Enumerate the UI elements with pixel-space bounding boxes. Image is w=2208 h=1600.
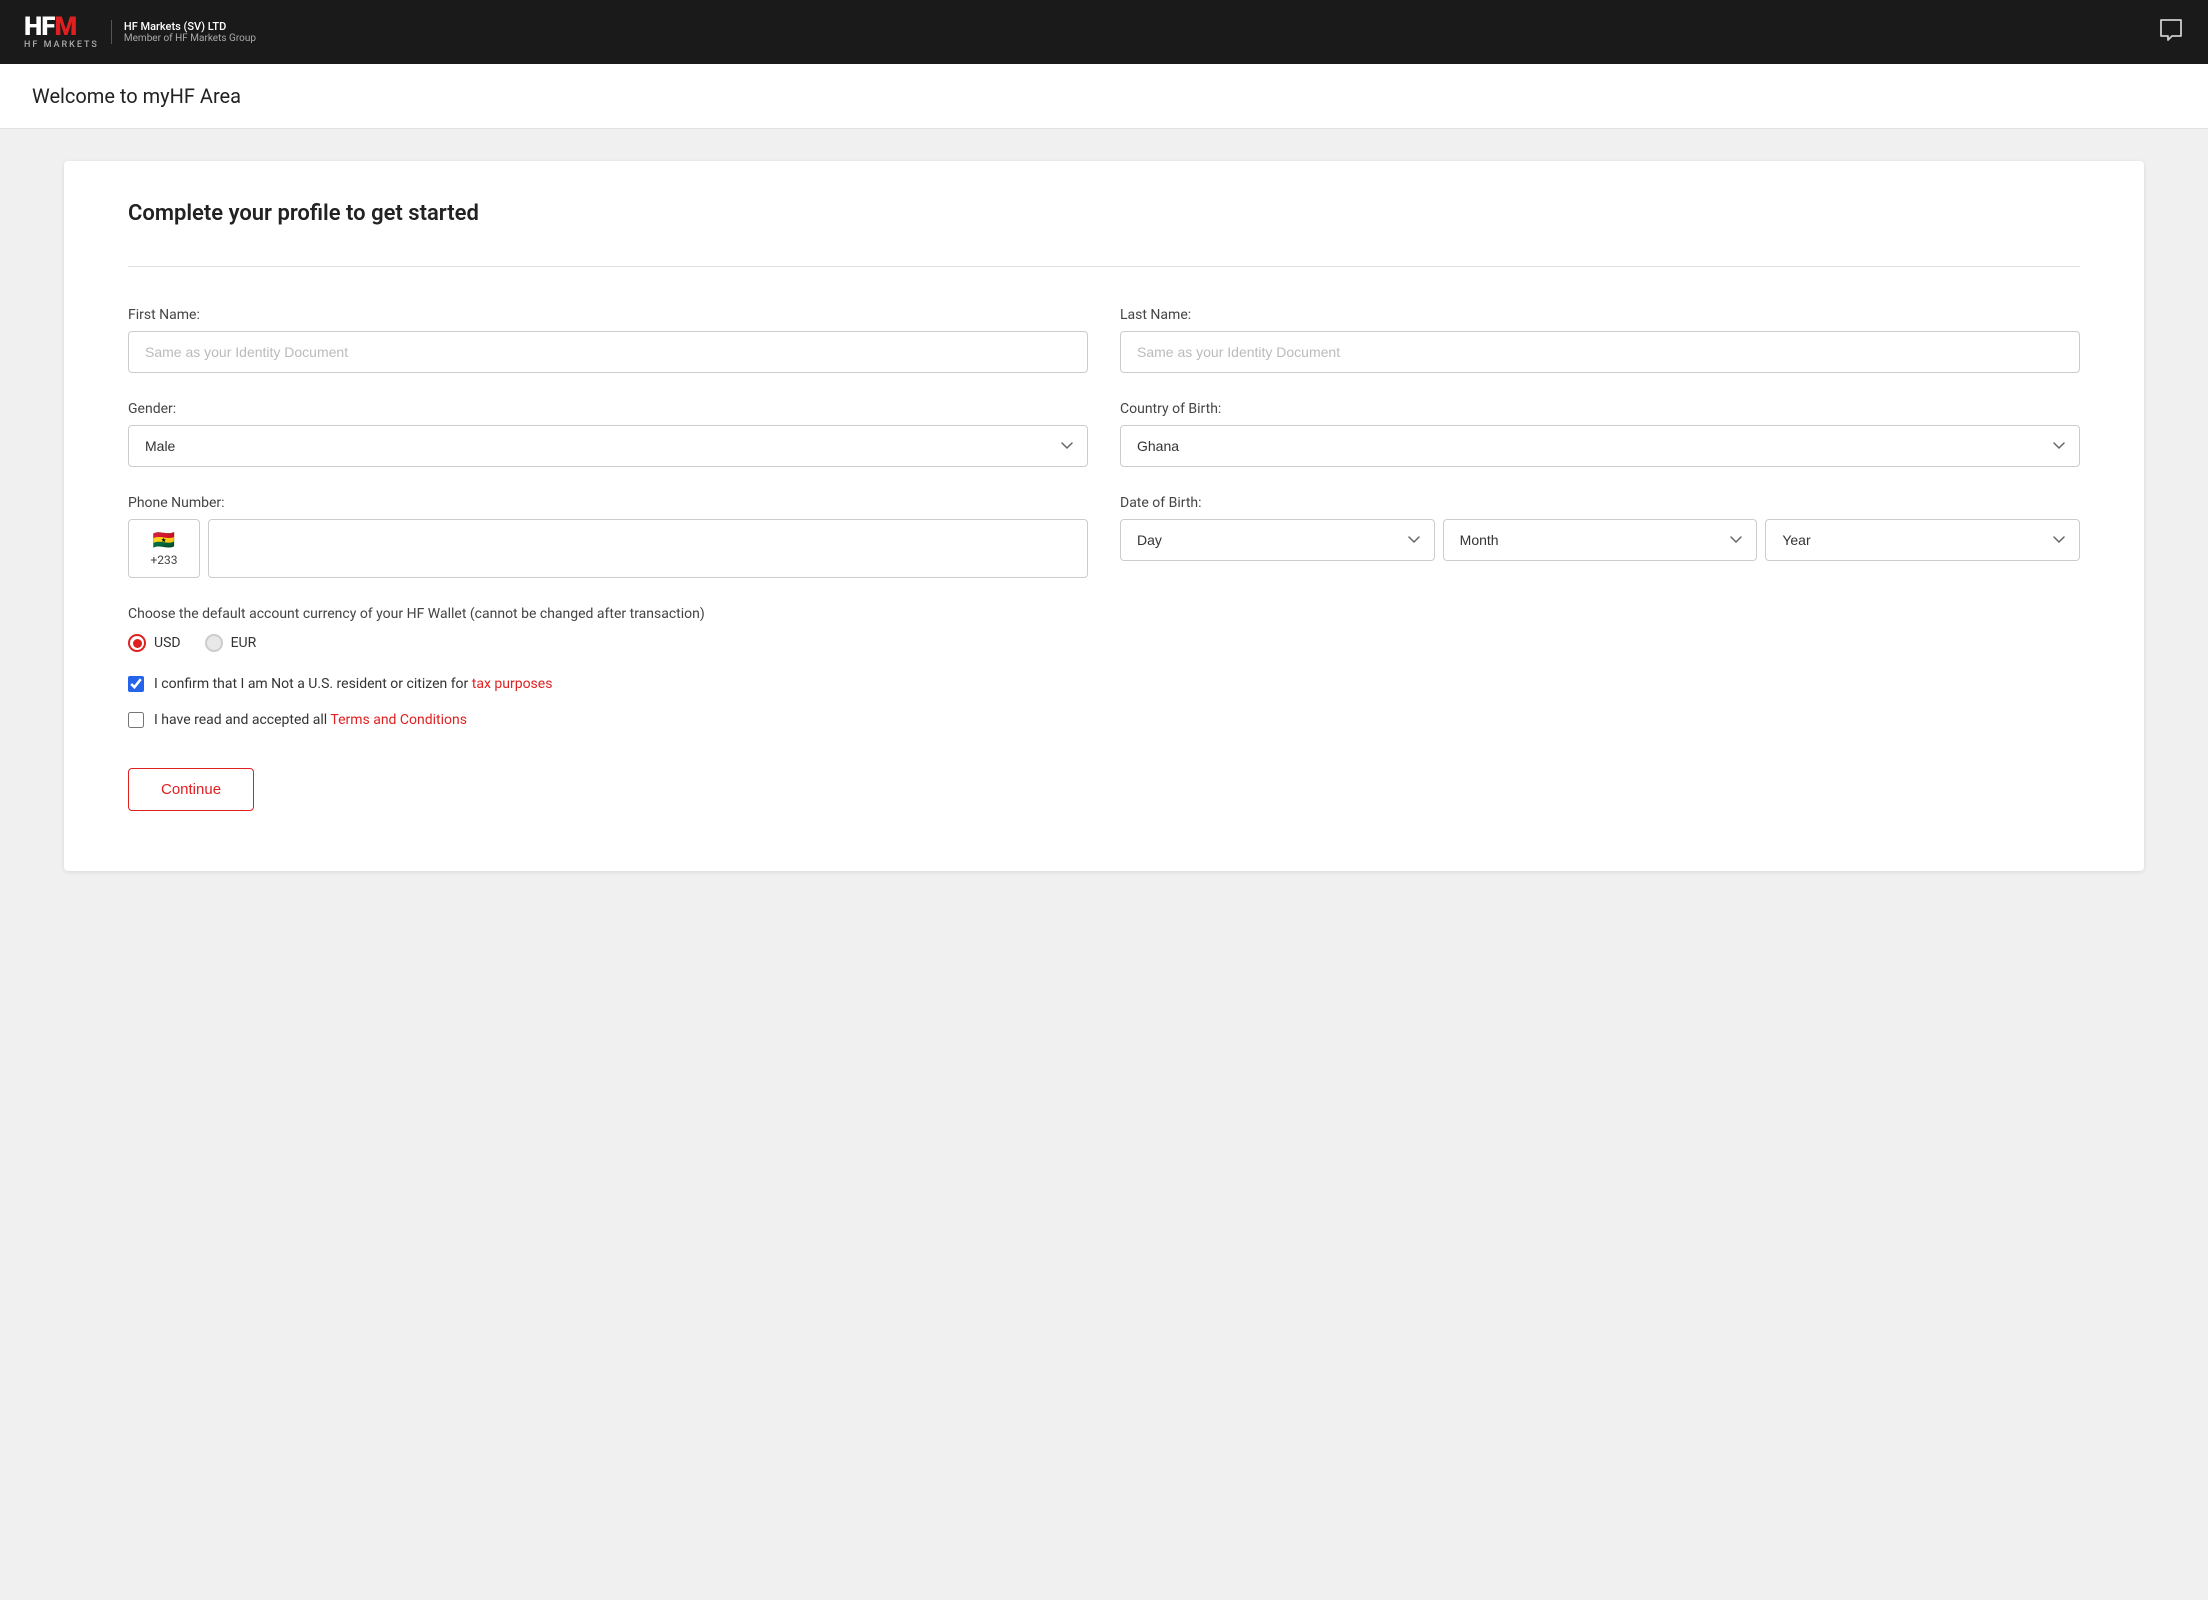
currency-usd-option[interactable]: USD [128,634,181,652]
form-divider [128,266,2080,267]
name-row: First Name: Last Name: [128,307,2080,373]
last-name-group: Last Name: [1120,307,2080,373]
gender-label: Gender: [128,401,1088,417]
last-name-input[interactable] [1120,331,2080,373]
tax-purposes-link[interactable]: tax purposes [472,676,553,692]
terms-checkbox[interactable] [128,712,144,728]
page-title-area: Welcome to myHF Area [0,64,2208,129]
currency-eur-option[interactable]: EUR [205,634,257,652]
tax-checkbox-section: I confirm that I am Not a U.S. resident … [128,676,2080,692]
last-name-label: Last Name: [1120,307,2080,323]
form-card-title: Complete your profile to get started [128,201,2080,226]
phone-input-group: 🇬🇭 +233 [128,519,1088,578]
gender-country-row: Gender: Male Female Other Country of Bir… [128,401,2080,467]
dob-year-select[interactable]: Year 20001999 1998 [1765,519,2080,561]
logo: HFM HF MARKETS HF Markets (SV) LTD Membe… [24,14,256,50]
phone-flag: 🇬🇭 [153,530,175,551]
form-card: Complete your profile to get started Fir… [64,161,2144,871]
dob-input-group: Day 12 34 5 Month JanuaryFebruary March … [1120,519,2080,561]
main-content: Complete your profile to get started Fir… [0,129,2208,903]
gender-select[interactable]: Male Female Other [128,425,1088,467]
country-group: Country of Birth: Ghana United States Un… [1120,401,2080,467]
country-label: Country of Birth: [1120,401,2080,417]
currency-eur-radio[interactable] [205,634,223,652]
header-left: HFM HF MARKETS HF Markets (SV) LTD Membe… [24,14,256,50]
company-group: Member of HF Markets Group [124,33,256,44]
logo-m-red: M [55,12,77,42]
company-info: HF Markets (SV) LTD Member of HF Markets… [111,20,256,44]
first-name-group: First Name: [128,307,1088,373]
hf-logo-mark: HFM HF MARKETS [24,14,99,50]
country-select[interactable]: Ghana United States United Kingdom [1120,425,2080,467]
dob-label: Date of Birth: [1120,495,2080,511]
dob-group: Date of Birth: Day 12 34 5 Month January… [1120,495,2080,578]
currency-eur-label: EUR [231,635,257,651]
phone-code: +233 [150,553,177,567]
phone-label: Phone Number: [128,495,1088,511]
currency-usd-radio[interactable] [128,634,146,652]
phone-dob-row: Phone Number: 🇬🇭 +233 Date of Birth: Day… [128,495,2080,578]
gender-group: Gender: Male Female Other [128,401,1088,467]
terms-link[interactable]: Terms and Conditions [330,712,467,728]
tax-checkbox-label: I confirm that I am Not a U.S. resident … [154,676,552,692]
tax-checkbox[interactable] [128,676,144,692]
currency-section: Choose the default account currency of y… [128,606,2080,652]
dob-month-select[interactable]: Month JanuaryFebruary March [1443,519,1758,561]
phone-number-input[interactable] [208,519,1088,578]
first-name-label: First Name: [128,307,1088,323]
dob-day-select[interactable]: Day 12 34 5 [1120,519,1435,561]
logo-markets-text: HF MARKETS [24,40,99,50]
header: HFM HF MARKETS HF Markets (SV) LTD Membe… [0,0,2208,64]
chat-icon[interactable] [2158,17,2184,47]
page-title: Welcome to myHF Area [32,84,2176,108]
first-name-input[interactable] [128,331,1088,373]
continue-button[interactable]: Continue [128,768,254,811]
currency-options: USD EUR [128,634,2080,652]
currency-usd-label: USD [154,635,181,651]
currency-label: Choose the default account currency of y… [128,606,2080,622]
terms-checkbox-section: I have read and accepted all Terms and C… [128,712,2080,728]
company-name: HF Markets (SV) LTD [124,20,256,33]
terms-checkbox-label: I have read and accepted all Terms and C… [154,712,467,728]
logo-hfm-text: HFM [24,14,76,40]
phone-group: Phone Number: 🇬🇭 +233 [128,495,1088,578]
phone-country-selector[interactable]: 🇬🇭 +233 [128,519,200,578]
